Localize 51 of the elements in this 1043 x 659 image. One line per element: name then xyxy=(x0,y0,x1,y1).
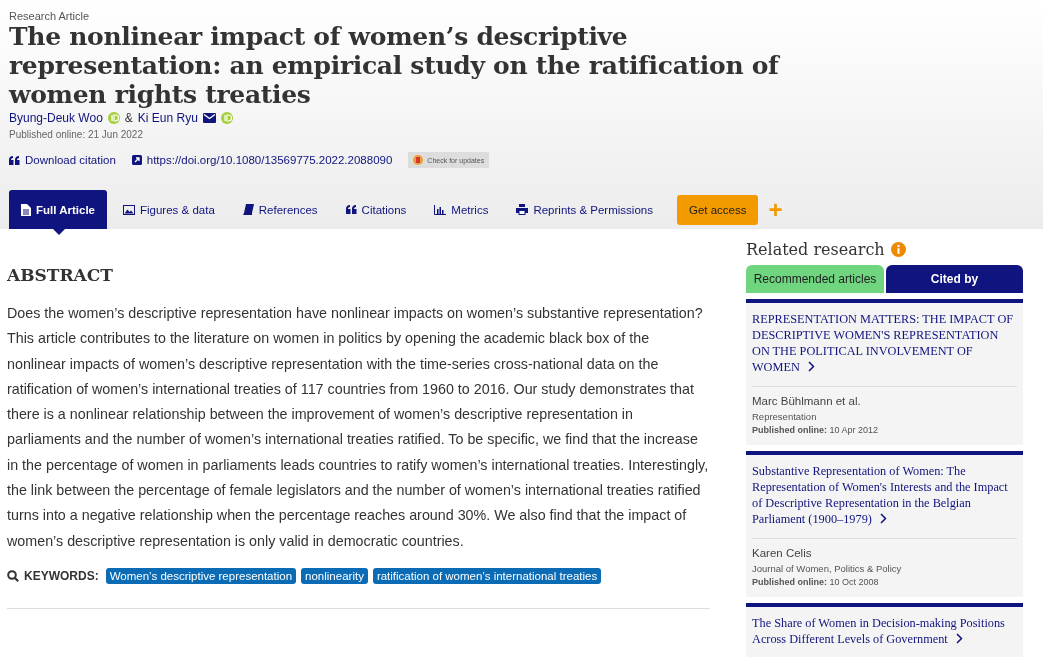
chevron-right-icon xyxy=(879,513,887,524)
keyword-tag[interactable]: nonlinearity xyxy=(301,567,368,584)
related-tab[interactable]: Cited by xyxy=(886,265,1023,293)
document-icon xyxy=(21,203,31,216)
related-article-link[interactable]: REPRESENTATION MATTERS: THE IMPACT OF DESCRIPTIVE WOMEN'S REPRESENTATION ON THE POLITICAL INVOLVEMENT OF WOMEN xyxy=(752,311,1017,375)
published-date: Published online: 10 Oct 2008 xyxy=(752,577,880,587)
article-tab[interactable]: Metrics xyxy=(422,190,501,229)
orcid-icon[interactable] xyxy=(220,112,233,124)
chevron-right-icon xyxy=(955,633,963,644)
abstract-text: Does the women’s descriptive representation have nonlinear impacts on women’s substantive representation? This article contributes to the literature on women in politics by opening the academic black box of the nonlinear impacts of women’s descriptive representation with the time-series cross-national data on the ratification of women’s international treaties of 117 countries from 1960 to 2016. Our study demonstrates that there is a nonlinear relationship between the improvement of women’s descriptive representation in parliaments and the number of women’s international treaties ratified. To be specific, we find that the increase in the percentage of women in parliaments leads countries to ratify women’s international treaties. Interestingly, the link between the percentage of female legislators and the number of women’s international treaties ratified turns into a negative relationship when the percentage reaches around 30%. We also find that the impact of women’s descriptive representation is only valid in democratic countries. xyxy=(7,304,710,551)
abstract-heading: ABSTRACT xyxy=(7,265,114,285)
article-title: The nonlinear impact of women’s descriptive representation: an empirical study on the ratification of women rights treaties xyxy=(9,22,781,109)
chevron-right-icon xyxy=(807,361,815,372)
external-link-icon xyxy=(131,155,142,165)
image-icon xyxy=(123,204,135,215)
published-date: Published online: 10 Apr 2012 xyxy=(752,425,880,435)
author-link[interactable]: Ki Eun Ryu xyxy=(137,111,198,125)
article-tab[interactable]: Full Article xyxy=(9,190,107,229)
info-icon[interactable] xyxy=(890,242,906,257)
journal-name: Journal of Women, Politics & Policy xyxy=(752,563,903,574)
keyword-tag[interactable]: Women’s descriptive representation xyxy=(105,567,297,584)
author-separator: & xyxy=(124,111,133,125)
related-research-heading: Related research xyxy=(746,240,885,259)
keywords-label: KEYWORDS: xyxy=(24,568,99,583)
bar-chart-icon xyxy=(434,204,447,215)
published-date: Published online: 21 Jun 2022 xyxy=(9,129,144,140)
article-authors: Karen Celis xyxy=(752,547,813,559)
get-access-button[interactable]: Get access xyxy=(676,194,759,225)
envelope-icon[interactable] xyxy=(202,113,216,123)
related-article-link[interactable]: The Share of Women in Decision-making Positions Across Different Levels of Government xyxy=(752,615,1017,647)
article-tab[interactable]: Citations xyxy=(333,190,419,229)
author-link[interactable]: Byung-Deuk Woo xyxy=(9,111,103,125)
printer-icon xyxy=(516,204,529,215)
related-article-link[interactable]: Substantive Representation of Women: The Representation of Women's Interests and the Impact of Descriptive Representation in the Belgian Parliament (1900–1979) xyxy=(752,463,1017,527)
search-icon xyxy=(7,569,19,582)
keyword-tag[interactable]: ratification of women’s international treaties xyxy=(372,567,602,584)
book-icon xyxy=(242,204,254,215)
download-citation-link[interactable]: Download citation xyxy=(9,154,116,166)
orcid-icon[interactable] xyxy=(107,112,120,124)
tab-pointer xyxy=(53,229,65,235)
quote-icon xyxy=(345,205,357,214)
article-type: Research Article xyxy=(9,10,91,22)
article-tab[interactable]: Figures & data xyxy=(111,190,227,229)
article-tab[interactable]: References xyxy=(230,190,330,229)
related-tab[interactable]: Recommended articles xyxy=(746,265,884,293)
article-tab[interactable]: Reprints & Permissions xyxy=(504,190,665,229)
quote-icon xyxy=(9,155,20,165)
journal-name: Representation xyxy=(752,411,818,422)
doi-link[interactable]: https://doi.org/10.1080/13569775.2022.2088090 xyxy=(131,154,393,166)
badge-icon xyxy=(413,155,424,165)
article-authors: Marc Bühlmann et al. xyxy=(752,395,862,407)
